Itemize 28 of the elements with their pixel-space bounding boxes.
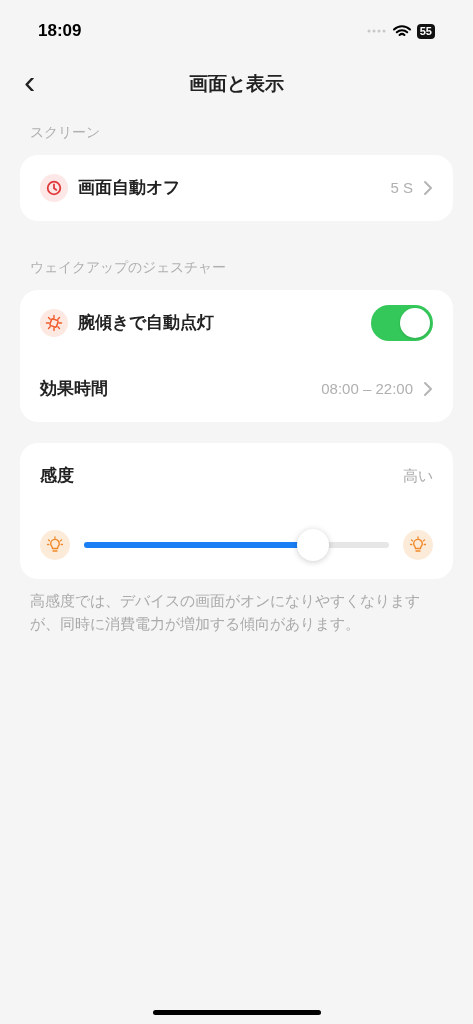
light-bulb-icon <box>403 529 433 560</box>
back-button[interactable]: ‹ <box>24 64 36 98</box>
signal-icon <box>366 29 387 33</box>
row-value: 5 S <box>390 177 413 198</box>
settings-row[interactable]: 効果時間 08:00 – 22:00 <box>40 356 433 422</box>
settings-row[interactable]: 画面自動オフ 5 S <box>40 155 433 221</box>
settings-row[interactable]: 腕傾きで自動点灯 <box>40 290 433 356</box>
sensitivity-label: 感度 <box>40 465 74 487</box>
row-label: 画面自動オフ <box>78 177 181 200</box>
wifi-icon <box>392 24 411 38</box>
slider[interactable] <box>84 528 389 561</box>
page-title: 画面と表示 <box>189 71 284 96</box>
slider-thumb[interactable] <box>296 528 329 561</box>
chevron-right-icon <box>423 381 433 397</box>
hint-text: 高感度では、デバイスの画面がオンになりやすくなりますが、同時に消費電力が増加する傾向があります。 <box>29 590 421 634</box>
toggle-switch[interactable] <box>371 305 433 341</box>
status-time: 18:09 <box>38 20 82 43</box>
clock-icon <box>40 174 68 202</box>
row-label: 効果時間 <box>40 378 109 401</box>
sun-icon <box>40 309 68 337</box>
section-label: スクリーン <box>29 123 101 142</box>
row-label: 腕傾きで自動点灯 <box>78 312 215 335</box>
light-bulb-icon <box>40 529 70 560</box>
row-value: 08:00 – 22:00 <box>321 378 413 399</box>
sensitivity-value: 高い <box>403 465 433 486</box>
chevron-right-icon <box>423 180 433 196</box>
battery-indicator: 55 <box>416 23 435 39</box>
section-label: ウェイクアップのジェスチャー <box>29 258 227 277</box>
